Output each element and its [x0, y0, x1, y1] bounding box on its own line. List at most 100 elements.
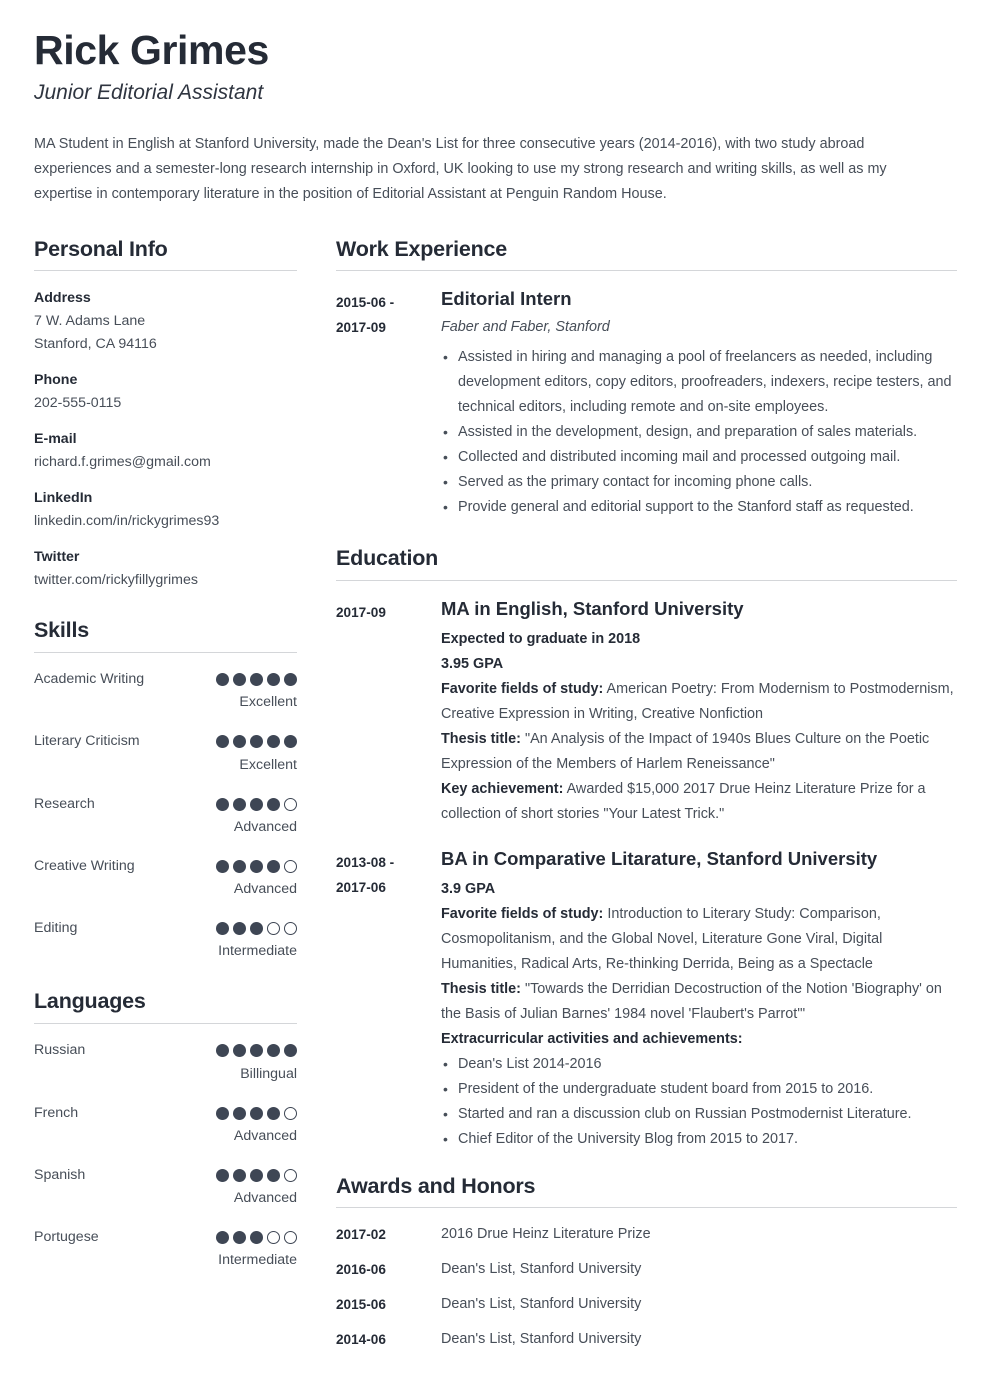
- skill-item: Research Advanced: [34, 794, 297, 839]
- education-entry-bullets: Dean's List 2014-2016President of the un…: [441, 1052, 957, 1152]
- education-list: 2017-09 MA in English, Stanford Universit…: [336, 597, 957, 1152]
- education-entry: 2017-09 MA in English, Stanford Universit…: [336, 597, 957, 827]
- rating-row-top: Research: [34, 794, 297, 815]
- education-entry-date: 2013-08 - 2017-06: [336, 847, 441, 1152]
- section-languages: Languages Russian Billingual French Advance…: [34, 989, 297, 1272]
- work-entry-bullets: Assisted in hiring and managing a pool o…: [441, 345, 957, 520]
- rating-dot-filled: [233, 1106, 246, 1120]
- skill-item-level: Excellent: [239, 756, 297, 773]
- education-detail-line: Favorite fields of study: Introduction t…: [441, 902, 957, 977]
- date-line: 2017-09: [336, 604, 386, 620]
- rating-row-top: Academic Writing: [34, 669, 297, 690]
- personal-info-block: Phone 202-555-0115: [34, 369, 297, 415]
- work-entry-title: Editorial Intern: [441, 288, 572, 310]
- rating-row-top: Spanish: [34, 1165, 297, 1186]
- rating-dot-filled: [250, 797, 263, 811]
- language-item: Portugese Intermediate: [34, 1227, 297, 1272]
- personal-info-block: LinkedIn linkedin.com/in/rickygrimes93: [34, 487, 297, 533]
- personal-info-list: Address 7 W. Adams Lane Stanford, CA 94116…: [34, 287, 297, 592]
- rating-dot-filled: [233, 922, 246, 936]
- award-date: 2014-06: [336, 1332, 386, 1348]
- personal-info-block: Address 7 W. Adams Lane Stanford, CA 94116: [34, 287, 297, 356]
- detail-label: 3.95 GPA: [441, 655, 504, 672]
- detail-label: Favorite fields of study:: [441, 680, 604, 697]
- awards-list: 2017-02 2016 Drue Heinz Literature Prize 2…: [336, 1224, 957, 1350]
- award-row: 2014-06 Dean's List, Stanford University: [336, 1329, 957, 1350]
- language-item-level: Advanced: [233, 1190, 297, 1207]
- bullet-item: Assisted in hiring and managing a pool o…: [441, 345, 957, 420]
- rating-dot-filled: [216, 673, 229, 687]
- skill-item: Academic Writing Excellent: [34, 669, 297, 714]
- work-experience-entry: 2015-06 - 2017-09 Editorial Intern Faber an…: [336, 287, 957, 520]
- award-text: Dean's List, Stanford University: [441, 1261, 642, 1278]
- education-detail-line: Thesis title: "An Analysis of the Impact…: [441, 727, 957, 777]
- work-entry-body: Editorial Intern Faber and Faber, Stanfor…: [441, 287, 957, 520]
- award-row: 2016-06 Dean's List, Stanford University: [336, 1259, 957, 1280]
- section-title-skills: Skills: [34, 618, 89, 643]
- rating-dot-filled: [250, 922, 263, 936]
- section-divider: [336, 270, 957, 272]
- rating-row-top: French: [34, 1103, 297, 1124]
- award-text: Dean's List, Stanford University: [441, 1296, 642, 1313]
- bullet-item: Served as the primary contact for incomi…: [441, 470, 957, 495]
- detail-label: Thesis title:: [441, 730, 521, 747]
- rating-dot-filled: [233, 673, 246, 687]
- rating-dot-empty: [284, 1168, 297, 1182]
- language-item-level: Billingual: [240, 1065, 297, 1082]
- rating-dot-filled: [250, 1106, 263, 1120]
- rating-dot-empty: [284, 860, 297, 874]
- main-column: Work Experience 2015-06 - 2017-09 Editoria…: [336, 237, 957, 1377]
- detail-label: Favorite fields of study:: [441, 905, 604, 922]
- language-item: French Advanced: [34, 1103, 297, 1148]
- education-detail-line: 3.9 GPA: [441, 877, 957, 902]
- professional-summary: MA Student in English at Stanford Univer…: [34, 135, 887, 202]
- award-date: 2016-06: [336, 1262, 386, 1278]
- resume-header: Rick Grimes Junior Editorial Assistant M…: [34, 26, 956, 207]
- date-line: 2015-06 -: [336, 295, 395, 311]
- award-date: 2015-06: [336, 1297, 386, 1313]
- section-title-languages: Languages: [34, 989, 146, 1014]
- personal-info-value: linkedin.com/in/rickygrimes93: [34, 513, 220, 530]
- rating-dot-empty: [267, 922, 280, 936]
- skill-item-level: Advanced: [233, 818, 297, 835]
- rating-dots: [216, 922, 297, 936]
- language-item: Russian Billingual: [34, 1040, 297, 1085]
- language-item-name: Portugese: [34, 1229, 99, 1246]
- rating-dots: [216, 797, 297, 811]
- personal-info-label: Phone: [34, 372, 78, 389]
- skill-item-name: Academic Writing: [34, 671, 145, 687]
- education-entry-body: MA in English, Stanford University Expect…: [441, 597, 957, 827]
- rating-dots: [216, 1168, 297, 1182]
- rating-dot-filled: [216, 860, 229, 874]
- candidate-name: Rick Grimes: [34, 27, 269, 73]
- personal-info-value: 202-555-0115: [34, 395, 122, 412]
- personal-info-value: twitter.com/rickyfillygrimes: [34, 572, 198, 589]
- rating-dot-filled: [250, 1168, 263, 1182]
- rating-dot-filled: [233, 797, 246, 811]
- rating-dot-filled: [216, 1231, 229, 1245]
- rating-dot-filled: [233, 1168, 246, 1182]
- rating-dot-empty: [284, 1231, 297, 1245]
- skill-item: Creative Writing Advanced: [34, 856, 297, 901]
- rating-dot-empty: [284, 1106, 297, 1120]
- bullet-item: President of the undergraduate student b…: [441, 1077, 957, 1102]
- rating-dot-filled: [267, 735, 280, 749]
- section-divider: [336, 579, 957, 581]
- personal-info-label: Address: [34, 290, 91, 307]
- skill-item-name: Creative Writing: [34, 857, 135, 874]
- personal-info-label: LinkedIn: [34, 490, 93, 507]
- rating-dot-filled: [267, 797, 280, 811]
- rating-dots: [216, 1106, 297, 1120]
- rating-dots: [216, 1044, 297, 1058]
- language-item-level: Advanced: [233, 1127, 297, 1144]
- candidate-job-title: Junior Editorial Assistant: [34, 81, 264, 105]
- rating-dot-filled: [250, 860, 263, 874]
- rating-dot-filled: [216, 735, 229, 749]
- rating-row-top: Literary Criticism: [34, 731, 297, 752]
- rating-dot-filled: [284, 1044, 297, 1058]
- education-detail-line: 3.95 GPA: [441, 652, 957, 677]
- extracurricular-heading: Extracurricular activities and achieveme…: [441, 1030, 743, 1047]
- rating-dot-filled: [216, 1106, 229, 1120]
- education-detail-line: Key achievement: Awarded $15,000 2017 Dr…: [441, 777, 957, 827]
- award-text: Dean's List, Stanford University: [441, 1331, 642, 1348]
